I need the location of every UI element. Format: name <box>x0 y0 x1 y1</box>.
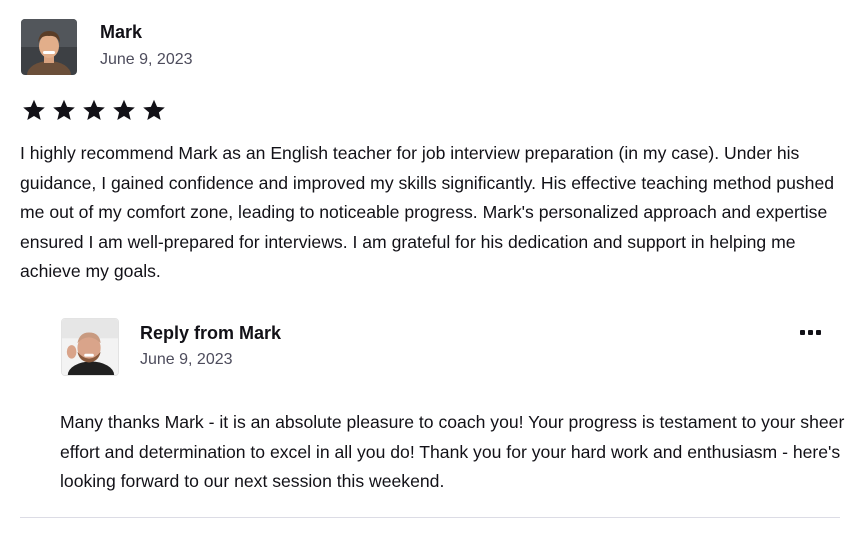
review-text: I highly recommend Mark as an English te… <box>20 143 835 282</box>
reply-date: June 9, 2023 <box>140 351 233 368</box>
divider <box>20 517 840 518</box>
star-icon <box>82 98 106 122</box>
more-options-icon[interactable] <box>800 326 826 338</box>
reply-title: Reply from Mark <box>140 323 282 343</box>
review-date: June 9, 2023 <box>100 51 193 68</box>
review-card: Mark June 9, 2023 I highly recommend Mar… <box>0 0 864 537</box>
star-icon <box>52 98 76 122</box>
reply-text: Many thanks Mark - it is an absolute ple… <box>60 412 845 492</box>
reviewer-avatar <box>21 19 77 75</box>
star-icon <box>112 98 136 122</box>
reviewer-name: Mark <box>100 22 143 42</box>
star-rating <box>22 98 166 122</box>
tutor-avatar <box>61 318 119 376</box>
star-icon <box>22 98 46 122</box>
star-icon <box>142 98 166 122</box>
